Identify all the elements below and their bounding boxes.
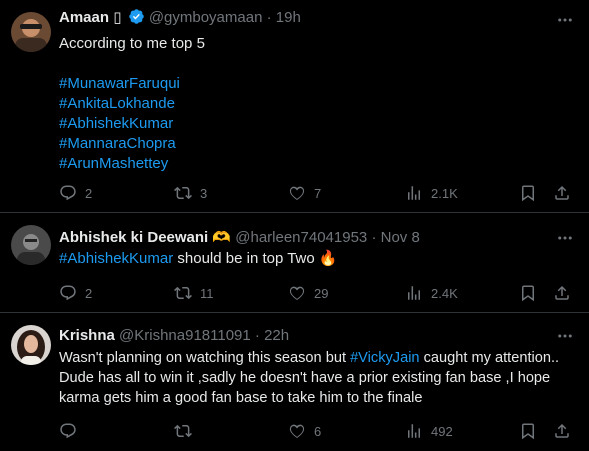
timestamp[interactable]: 19h	[276, 9, 301, 26]
bookmark-button[interactable]	[519, 421, 537, 441]
dot-separator: ·	[266, 9, 272, 26]
name-emoji: 🫶	[212, 229, 232, 246]
timestamp[interactable]: Nov 8	[381, 229, 420, 246]
retweet-icon	[174, 422, 192, 440]
share-button[interactable]	[553, 183, 571, 203]
tweet[interactable]: Abhishek ki Deewani 🫶 @harleen74041953 ·…	[0, 213, 589, 311]
hashtag-link[interactable]: #AnkitaLokhande	[59, 94, 579, 114]
name-emoji: ▯	[113, 9, 122, 26]
text-line: According to me top 5	[59, 35, 205, 52]
hashtag-link[interactable]: #VickyJain	[350, 350, 420, 366]
text-segment: Wasn't planning on watching this season …	[59, 350, 351, 366]
tweet-text: According to me top 5 #MunawarFaruqui #A…	[59, 34, 579, 174]
text-line: Dude has all to win it ,sadly he doesn't…	[59, 370, 551, 386]
retweet-icon	[174, 184, 192, 202]
views-icon	[405, 422, 423, 440]
views-button[interactable]: 2.4K	[405, 283, 458, 303]
tweet[interactable]: Krishna @Krishna91811091 · 22h Wasn't pl…	[0, 313, 589, 451]
like-icon	[288, 284, 306, 302]
text-line: Wasn't planning on watching this season …	[59, 348, 584, 368]
tweet[interactable]: Amaan ▯ @gymboyamaan · 19h According to …	[0, 0, 589, 211]
retweet-count: 11	[200, 285, 214, 301]
like-button[interactable]: 6	[288, 421, 321, 441]
action-bar: 2 11 29 2.4K	[59, 283, 579, 303]
dot-separator: ·	[254, 327, 260, 344]
author-name[interactable]: Abhishek ki Deewani	[59, 229, 208, 246]
tweet-text: Wasn't planning on watching this season …	[59, 348, 584, 408]
reply-icon	[59, 422, 77, 440]
more-icon[interactable]	[555, 228, 575, 248]
share-icon	[553, 422, 571, 440]
avatar[interactable]	[11, 225, 51, 265]
like-icon	[288, 184, 306, 202]
action-bar: 2 3 7 2.1K	[59, 183, 579, 203]
text-segment: caught my attention..	[419, 350, 560, 366]
hashtag-link[interactable]: #ArunMashettey	[59, 154, 579, 174]
author-handle[interactable]: @Krishna91811091	[119, 327, 251, 344]
views-button[interactable]: 492	[405, 421, 453, 441]
like-count: 6	[314, 423, 322, 439]
share-button[interactable]	[553, 421, 571, 441]
action-bar: 6 492	[59, 421, 579, 441]
hashtag-link[interactable]: #MannaraChopra	[59, 134, 579, 154]
reply-icon	[59, 284, 77, 302]
author-handle[interactable]: @gymboyamaan	[149, 9, 263, 26]
text-line: karma gets him a good fan base to take h…	[59, 390, 423, 406]
reply-button[interactable]	[59, 421, 77, 441]
share-icon	[553, 284, 571, 302]
retweet-button[interactable]: 11	[174, 283, 214, 303]
avatar[interactable]	[11, 12, 51, 52]
timestamp[interactable]: 22h	[264, 327, 289, 344]
bookmark-icon	[519, 422, 537, 440]
retweet-button[interactable]: 3	[174, 183, 207, 203]
author-name[interactable]: Krishna	[59, 327, 115, 344]
hashtag-link[interactable]: #MunawarFaruqui	[59, 74, 579, 94]
reply-button[interactable]: 2	[59, 183, 92, 203]
bookmark-icon	[519, 284, 537, 302]
text-segment: should be in top Two	[173, 250, 319, 267]
reply-button[interactable]: 2	[59, 283, 92, 303]
like-count: 7	[314, 185, 322, 201]
like-button[interactable]: 29	[288, 283, 328, 303]
reply-count: 2	[85, 185, 93, 201]
hashtag-link[interactable]: #AbhishekKumar	[59, 114, 579, 134]
bookmark-icon	[519, 184, 537, 202]
retweet-count: 3	[200, 185, 208, 201]
tweet-text: #AbhishekKumar should be in top Two 🔥	[59, 249, 579, 269]
fire-emoji: 🔥	[318, 250, 338, 267]
views-icon	[405, 184, 423, 202]
views-button[interactable]: 2.1K	[405, 183, 458, 203]
verified-badge-icon	[128, 8, 145, 31]
dot-separator: ·	[371, 229, 377, 246]
avatar[interactable]	[11, 325, 51, 365]
views-count: 2.4K	[431, 285, 458, 301]
like-count: 29	[314, 285, 329, 301]
share-button[interactable]	[553, 283, 571, 303]
reply-count: 2	[85, 285, 93, 301]
views-count: 492	[431, 423, 453, 439]
bookmark-button[interactable]	[519, 183, 537, 203]
bookmark-button[interactable]	[519, 283, 537, 303]
more-icon[interactable]	[555, 326, 575, 346]
tweet-feed: Amaan ▯ @gymboyamaan · 19h According to …	[0, 0, 589, 451]
retweet-icon	[174, 284, 192, 302]
share-icon	[553, 184, 571, 202]
hashtag-link[interactable]: #AbhishekKumar	[59, 250, 173, 267]
author-name[interactable]: Amaan	[59, 9, 109, 26]
like-button[interactable]: 7	[288, 183, 321, 203]
reply-icon	[59, 184, 77, 202]
views-icon	[405, 284, 423, 302]
author-handle[interactable]: @harleen74041953	[235, 229, 367, 246]
more-icon[interactable]	[555, 10, 575, 30]
views-count: 2.1K	[431, 185, 458, 201]
like-icon	[288, 422, 306, 440]
retweet-button[interactable]	[174, 421, 192, 441]
